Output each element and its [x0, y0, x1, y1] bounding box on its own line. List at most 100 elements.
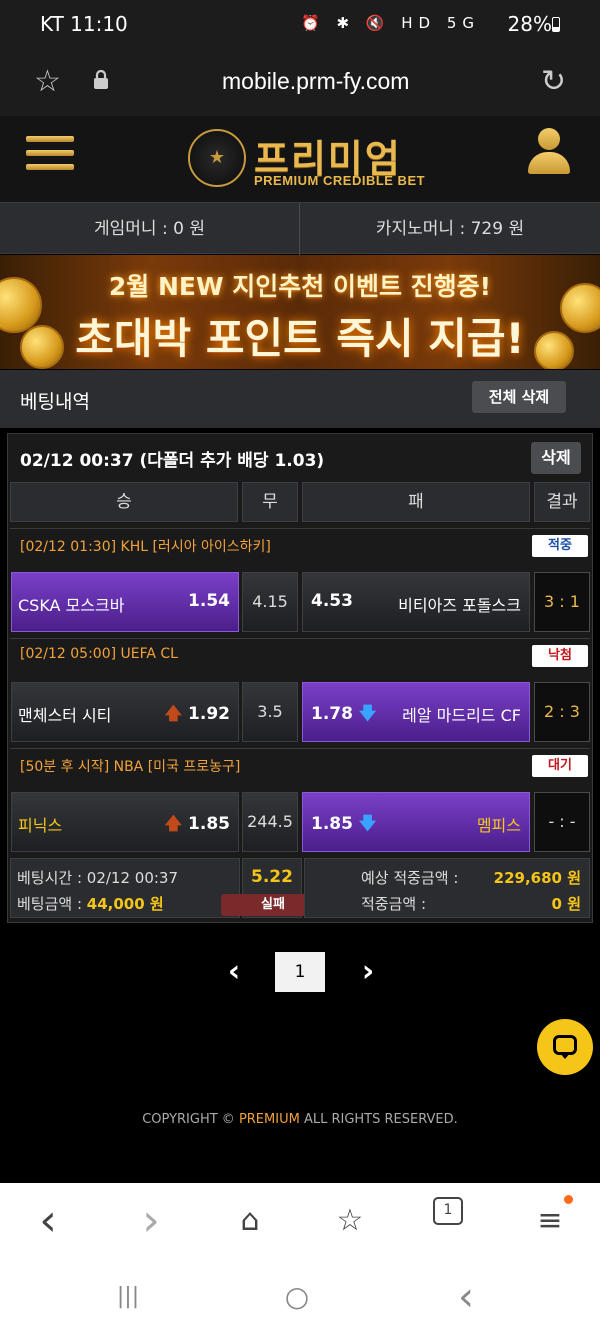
league-info: [02/12 01:30] KHL [러시아 아이스하키]	[20, 539, 271, 555]
status-badge: 적중	[532, 535, 588, 557]
away-odds-cell[interactable]: 1.78 🡇 레알 마드리드 CF	[302, 682, 530, 742]
status-badge: 낙첨	[532, 645, 588, 667]
win-amount-value: 0 원	[551, 895, 581, 913]
bookmark-star-icon[interactable]: ☆	[34, 64, 61, 99]
away-odds-group: 1.78 🡇	[311, 701, 376, 730]
home-odds-cell[interactable]: 맨체스터 시티 🡅 1.92	[11, 682, 239, 742]
delete-all-button[interactable]: 전체 삭제	[472, 381, 566, 413]
copyright-prefix: COPYRIGHT ©	[142, 1112, 239, 1127]
status-icons: ⏰ ✱ 🔇 HD 5G	[301, 14, 480, 32]
copyright: COPYRIGHT © PREMIUM ALL RIGHTS RESERVED.	[0, 1112, 600, 1127]
away-odds-cell[interactable]: 4.53 비티아즈 포돌스크	[302, 572, 530, 632]
status-badge: 대기	[532, 755, 588, 777]
score-cell: 2 : 3	[534, 682, 590, 742]
event-banner[interactable]: 2월 NEW 지인추천 이벤트 진행중! 초대박 포인트 즉시 지급!	[0, 255, 600, 369]
odds-up-arrow-icon: 🡅	[164, 704, 183, 724]
status-time: KT 11:10	[40, 12, 128, 36]
battery-percent: 28%	[507, 12, 552, 36]
bet-summary: 02/12 00:37 (다폴더 추가 배당 1.03)	[20, 451, 325, 471]
league-info: [02/12 05:00] UEFA CL	[20, 646, 178, 662]
site-header: ★ 프리미엄 PREMIUM CREDIBLE BET	[0, 116, 600, 202]
hamburger-menu-icon[interactable]	[26, 132, 74, 174]
pagination-page[interactable]: 1	[275, 952, 325, 992]
lock-icon	[94, 70, 108, 89]
url-text[interactable]: mobile.prm-fy.com	[222, 68, 409, 95]
draw-odds-cell[interactable]: 3.5	[242, 682, 298, 742]
copyright-brand: PREMIUM	[238, 1112, 300, 1127]
notification-dot	[564, 1195, 573, 1204]
pagination-next-icon[interactable]: ›	[356, 952, 380, 992]
bet-amount: 44,000 원	[86, 895, 164, 913]
column-header-result: 결과	[534, 482, 590, 522]
win-amount-label: 적중금액 :	[361, 895, 427, 913]
home-odds-group: 🡅 1.85	[165, 811, 230, 840]
chat-button[interactable]	[537, 1019, 593, 1075]
battery-icon	[552, 17, 560, 32]
bet-slip-card: 02/12 00:37 (다폴더 추가 배당 1.03) 삭제 승 무 패 결과…	[7, 433, 593, 923]
league-info: [50분 후 시작] NBA [미국 프로농구]	[20, 759, 241, 775]
draw-odds-cell[interactable]: 4.15	[242, 572, 298, 632]
home-team: 맨체스터 시티	[18, 706, 112, 725]
browser-url-bar: ☆ mobile.prm-fy.com ↻	[0, 50, 600, 116]
league-row: [02/12 05:00] UEFA CL 낙첨	[10, 638, 590, 672]
banner-headline: 2월 NEW 지인추천 이벤트 진행중!	[108, 272, 492, 301]
home-odds: 1.54	[188, 591, 230, 611]
copyright-suffix: ALL RIGHTS RESERVED.	[299, 1112, 458, 1127]
browser-back-icon[interactable]: ‹	[28, 1199, 68, 1243]
home-team: 피닉스	[18, 816, 63, 835]
odds-down-arrow-icon: 🡇	[358, 814, 377, 834]
browser-forward-icon[interactable]: ›	[131, 1199, 171, 1243]
home-odds: 1.92	[188, 704, 230, 724]
logo-badge-icon: ★	[188, 129, 246, 187]
game-money: 게임머니 : 0 원	[0, 203, 300, 255]
odds-up-arrow-icon: 🡅	[164, 814, 183, 834]
bet-info-left: 베팅시간 : 02/12 00:37 베팅금액 : 44,000 원	[10, 858, 240, 918]
browser-menu-icon[interactable]: ≡	[530, 1201, 570, 1241]
league-row: [50분 후 시작] NBA [미국 프로농구] 대기	[10, 748, 590, 782]
expected-win-label: 예상 적중금액 :	[361, 869, 459, 887]
delete-bet-button[interactable]: 삭제	[531, 442, 581, 474]
home-odds: 1.85	[188, 814, 230, 834]
away-odds: 4.53	[311, 591, 353, 611]
bookmarks-icon[interactable]: ☆	[330, 1201, 370, 1241]
recent-apps-icon[interactable]: |||	[108, 1277, 148, 1317]
android-home-icon[interactable]: ○	[277, 1277, 317, 1317]
status-bar: KT 11:10 ⏰ ✱ 🔇 HD 5G 28%	[0, 0, 600, 50]
android-nav-bar: ||| ○ ‹	[0, 1259, 600, 1333]
user-profile-icon[interactable]	[526, 128, 572, 176]
section-header: 베팅내역 전체 삭제	[0, 370, 600, 428]
away-odds-group: 1.85 🡇	[311, 811, 376, 840]
reload-icon[interactable]: ↻	[541, 64, 566, 99]
banner-subheadline: 초대박 포인트 즉시 지급!	[75, 314, 525, 363]
away-odds-cell[interactable]: 1.85 🡇 멤피스	[302, 792, 530, 852]
bet-time: 베팅시간 : 02/12 00:37	[17, 869, 179, 887]
money-bar: 게임머니 : 0 원 카지노머니 : 729 원	[0, 202, 600, 255]
home-odds-cell[interactable]: 피닉스 🡅 1.85	[11, 792, 239, 852]
bet-amount-row: 베팅금액 : 44,000 원	[17, 893, 164, 914]
column-header-lose: 패	[302, 482, 530, 522]
draw-odds-cell[interactable]: 244.5	[242, 792, 298, 852]
away-team: 비티아즈 포돌스크	[398, 596, 521, 615]
away-team: 멤피스	[476, 816, 521, 835]
bet-info-right: 예상 적중금액 : 229,680 원 적중금액 : 0 원	[304, 858, 590, 918]
away-odds: 1.78	[311, 704, 353, 724]
browser-home-icon[interactable]: ⌂	[230, 1201, 270, 1241]
total-odds: 5.22	[251, 867, 293, 887]
home-odds-cell[interactable]: CSKA 모스크바 1.54	[11, 572, 239, 632]
home-odds-group: 🡅 1.92	[165, 701, 230, 730]
logo-subtitle: PREMIUM CREDIBLE BET	[254, 173, 426, 188]
odds-down-arrow-icon: 🡇	[358, 704, 377, 724]
bet-amount-label: 베팅금액 :	[17, 895, 87, 913]
score-cell: - : -	[534, 792, 590, 852]
casino-money: 카지노머니 : 729 원	[375, 219, 525, 239]
column-header-draw: 무	[242, 482, 298, 522]
away-team: 레알 마드리드 CF	[402, 706, 521, 725]
tabs-count-icon[interactable]: 1	[433, 1197, 463, 1225]
column-header-win: 승	[10, 482, 238, 522]
league-row: [02/12 01:30] KHL [러시아 아이스하키] 적중	[10, 528, 590, 562]
android-back-icon[interactable]: ‹	[446, 1277, 486, 1317]
away-odds: 1.85	[311, 814, 353, 834]
bet-odds-cell: 5.22 실패	[221, 858, 325, 918]
score-cell: 3 : 1	[534, 572, 590, 632]
pagination-prev-icon[interactable]: ‹	[222, 952, 246, 992]
